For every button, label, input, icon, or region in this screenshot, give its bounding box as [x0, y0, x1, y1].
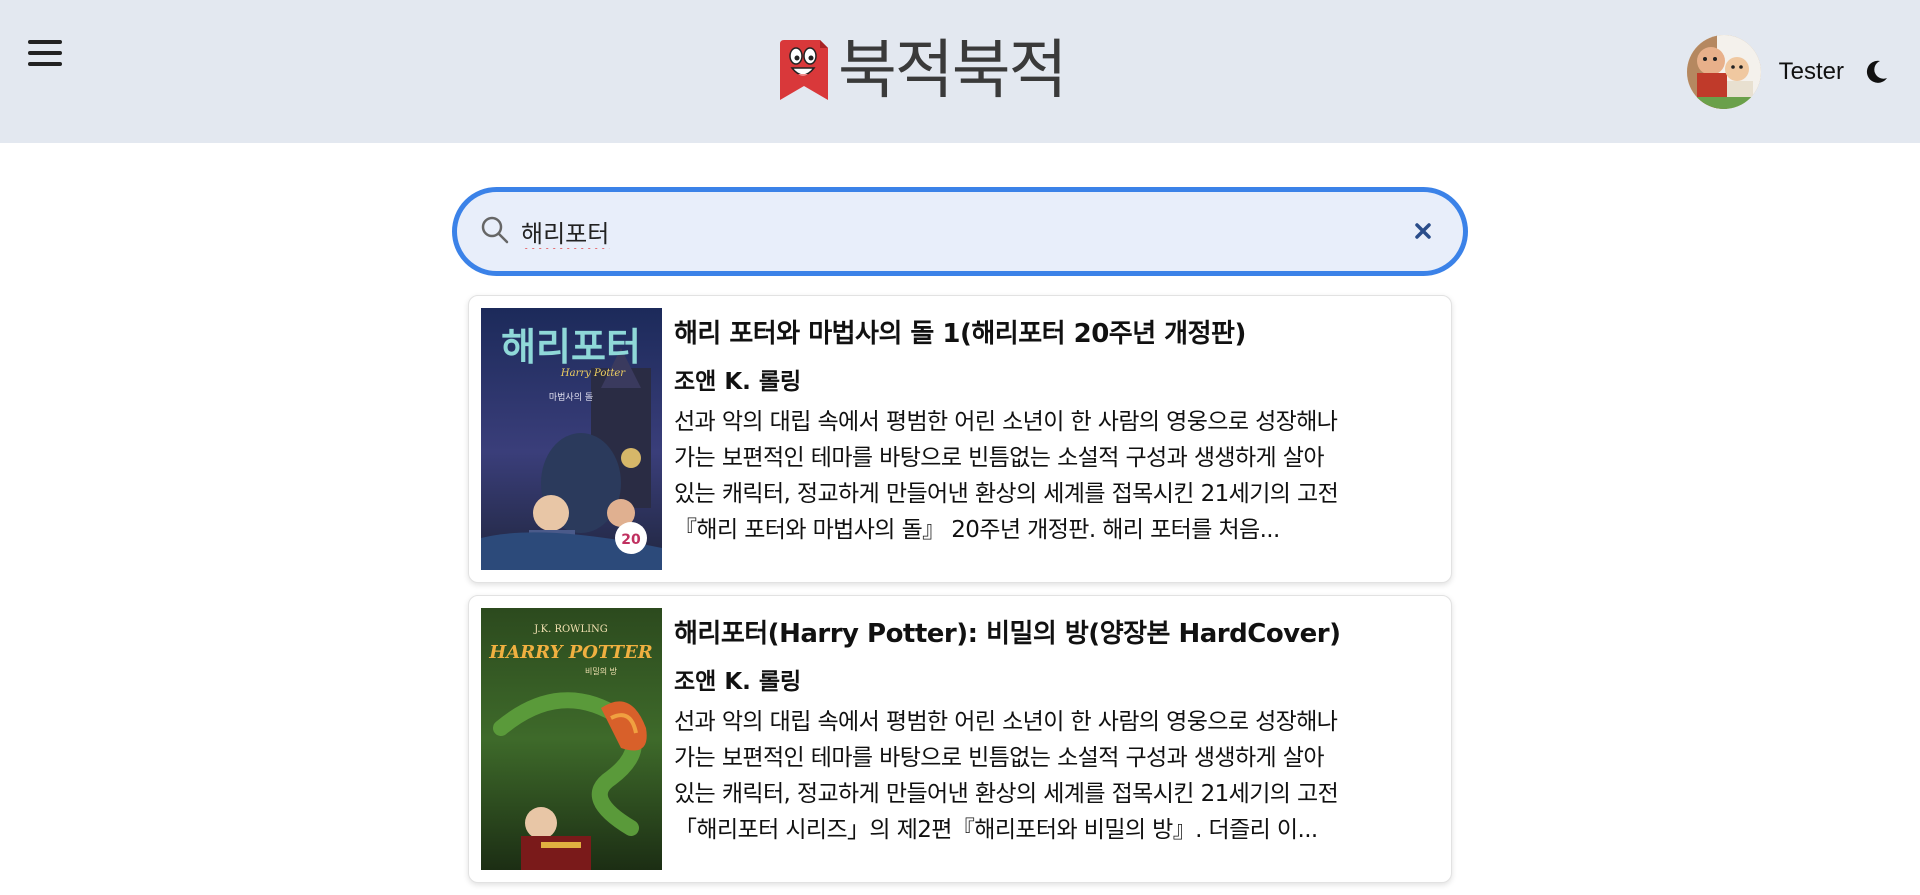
book-description: 선과 악의 대립 속에서 평범한 어린 소년이 한 사람의 영웅으로 성장해나 … [674, 409, 1339, 543]
hamburger-menu-icon[interactable] [28, 38, 62, 68]
cover-subtitle: Harry Potter [560, 368, 626, 379]
book-description: 선과 악의 대립 속에서 평범한 어린 소년이 한 사람의 영웅으로 성장해나 … [674, 709, 1339, 843]
cover-subtitle: 비밀의 방 [585, 666, 618, 676]
book-title: 해리 포터와 마법사의 돌 1(해리포터 20주년 개정판) [674, 319, 1246, 349]
book-cover-image: J.K. ROWLING HARRY POTTER 비밀의 방 [481, 608, 662, 870]
cover-author: J.K. ROWLING [533, 624, 608, 635]
moon-icon[interactable] [1862, 58, 1890, 86]
book-author: 조앤 K. 롤링 [674, 669, 802, 695]
book-cover: J.K. ROWLING HARRY POTTER 비밀의 방 [481, 608, 662, 870]
menu-bar [28, 62, 62, 66]
book-info: 해리포터(Harry Potter): 비밀의 방(양장본 HardCover)… [674, 610, 1442, 848]
book-info: 해리 포터와 마법사의 돌 1(해리포터 20주년 개정판) 조앤 K. 롤링 … [674, 310, 1442, 548]
logo-text: 북적북적 [838, 34, 1068, 108]
close-icon[interactable] [1409, 217, 1437, 245]
cover-title: 해리포터 [501, 325, 641, 369]
search-bar [452, 187, 1468, 276]
book-result-card[interactable]: 20 해리포터 Harry Potter 마법사의 돌 해리 포터와 마법사의 … [468, 295, 1452, 583]
cover-badge: 20 [621, 532, 641, 548]
book-result-card[interactable]: J.K. ROWLING HARRY POTTER 비밀의 방 해리포터(Har… [468, 595, 1452, 883]
avatar[interactable] [1686, 35, 1761, 109]
book-title: 해리포터(Harry Potter): 비밀의 방(양장본 HardCover) [674, 619, 1341, 649]
book-author: 조앤 K. 롤링 [674, 369, 802, 395]
app-logo[interactable]: 북적북적 [776, 34, 1068, 108]
book-cover-image: 20 해리포터 Harry Potter 마법사의 돌 [481, 308, 662, 570]
bookmark-mascot-icon [780, 40, 828, 100]
search-icon [481, 216, 509, 244]
search-input[interactable] [519, 206, 1379, 256]
user-area: Tester [1686, 34, 1890, 110]
book-cover: 20 해리포터 Harry Potter 마법사의 돌 [481, 308, 662, 570]
cover-volume: 마법사의 돌 [549, 392, 593, 403]
username[interactable]: Tester [1779, 58, 1844, 86]
app-header: 북적북적 Tester [0, 0, 1920, 143]
menu-bar [28, 51, 62, 55]
menu-bar [28, 40, 62, 44]
cover-title: HARRY POTTER [488, 642, 653, 663]
avatar-image [1686, 35, 1761, 109]
search-results-list: 20 해리포터 Harry Potter 마법사의 돌 해리 포터와 마법사의 … [468, 295, 1452, 895]
